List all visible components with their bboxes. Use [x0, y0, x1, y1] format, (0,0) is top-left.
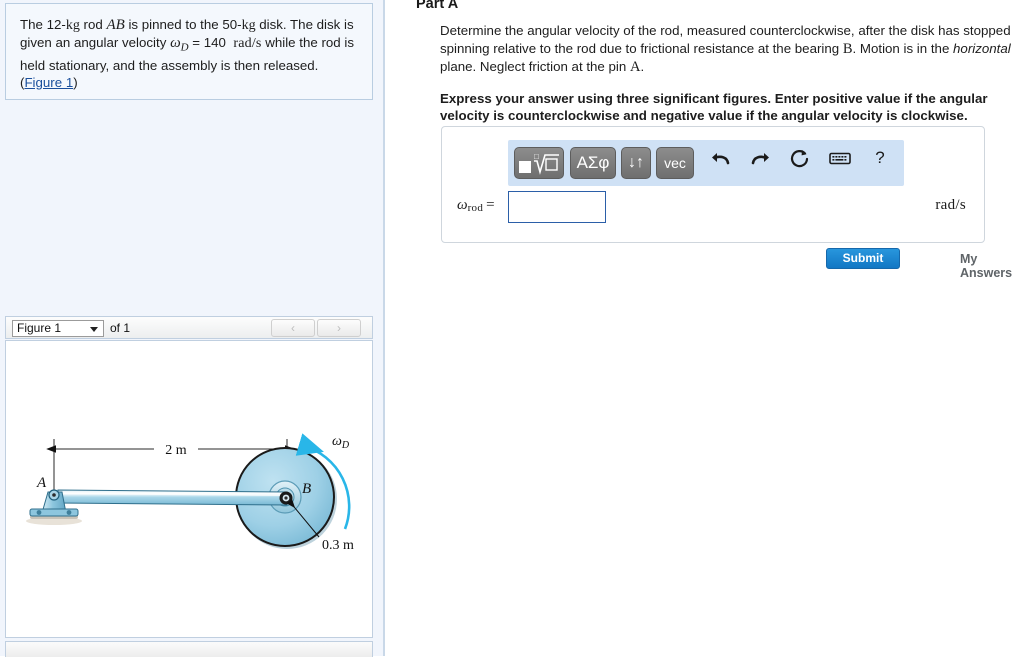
bearing-label-b: B	[842, 40, 853, 57]
greek-letters-key[interactable]: ΑΣφ	[570, 147, 616, 179]
help-button[interactable]: ?	[865, 148, 895, 178]
math-toolbar: □ ΑΣφ ↓↑ vec ?	[508, 140, 904, 186]
figure-select[interactable]: Figure 1	[12, 320, 104, 337]
my-answers-link[interactable]: My Answers	[960, 252, 1024, 280]
answer-variable-label: ωrod =	[457, 197, 495, 214]
redo-button[interactable]	[745, 148, 775, 178]
template-radical-icon: □	[519, 152, 559, 175]
figure-label-b: B	[302, 481, 311, 497]
figure-nav-bar: Figure 1 of 1 ‹ ›	[5, 316, 373, 339]
problem-statement-box: The 12-kg rod AB is pinned to the 50-kg …	[5, 3, 373, 100]
figure-count-label: of 1	[110, 321, 131, 335]
sort-arrows-label: ↓↑	[628, 154, 644, 171]
figure-omega-d-label: ωD	[332, 434, 350, 451]
problem-text-seg-3: is pinned to the 50-	[124, 17, 242, 32]
figure-1-link[interactable]: Figure 1	[24, 75, 73, 90]
keyboard-icon	[829, 152, 851, 165]
greek-letters-label: ΑΣφ	[576, 153, 610, 172]
problem-statement-text: The 12-kg rod AB is pinned to the 50-kg …	[6, 4, 372, 91]
figure-panel[interactable]: 2 m A B 0.3 m ωD	[5, 340, 373, 638]
right-panel: Part A Determine the angular velocity of…	[385, 0, 1024, 656]
question-paragraph: Determine the angular velocity of the ro…	[440, 22, 1015, 77]
dimension-length-label: 2 m	[165, 443, 187, 458]
submit-button-label: Submit	[842, 251, 884, 265]
omega-value: = 140	[188, 35, 230, 50]
chevron-left-icon: ‹	[291, 321, 295, 335]
question-seg-4: .	[640, 59, 645, 74]
left-panel: The 12-kg rod AB is pinned to the 50-kg …	[0, 0, 383, 657]
vector-label: vec	[664, 155, 686, 171]
answer-widget: □ ΑΣφ ↓↑ vec ? ωrod = rad/s	[441, 126, 985, 243]
figure-label-a: A	[36, 475, 47, 491]
omega-subscript-d: D	[180, 41, 189, 54]
unit-kg-1: kg	[65, 18, 80, 33]
undo-icon	[712, 153, 730, 165]
unit-kg-2: kg	[241, 18, 256, 33]
dimension-radius-label: 0.3 m	[322, 538, 354, 553]
page-title: Part A	[416, 0, 459, 12]
question-body: Determine the angular velocity of the ro…	[440, 22, 1015, 125]
question-instruction: Express your answer using three signific…	[440, 90, 988, 124]
chevron-down-icon	[90, 327, 98, 332]
page-root: The 12-kg rod AB is pinned to the 50-kg …	[0, 0, 1024, 657]
question-emph-horizontal: horizontal	[953, 40, 1011, 56]
answer-variable-symbol: ω	[457, 197, 468, 213]
sort-arrows-key[interactable]: ↓↑	[621, 147, 651, 179]
problem-text-seg-6: )	[73, 74, 78, 90]
chevron-right-icon: ›	[337, 321, 341, 335]
omega-symbol: ω	[170, 35, 181, 51]
answer-units-label: rad/s	[935, 197, 966, 213]
pin-label-a: A	[629, 59, 641, 75]
problem-text-seg-1: The 12-	[20, 17, 66, 32]
question-seg-2: . Motion is in the	[852, 40, 954, 56]
redo-icon	[751, 153, 769, 165]
question-seg-3: plane. Neglect friction at the pin	[440, 59, 630, 74]
figure-diagram: 2 m A B 0.3 m ωD	[26, 433, 354, 553]
template-radical-key[interactable]: □	[514, 147, 564, 179]
help-icon: ?	[875, 148, 885, 167]
figure-select-value: Figure 1	[17, 321, 62, 335]
my-answers-label: My Answers	[960, 252, 1013, 280]
submit-button[interactable]: Submit	[826, 248, 900, 269]
undo-button[interactable]	[706, 148, 736, 178]
answer-equals-sign: =	[486, 197, 495, 213]
answer-input[interactable]	[508, 191, 606, 223]
reset-icon	[790, 150, 809, 168]
svg-text:□: □	[534, 152, 539, 161]
figure-footer-bar	[5, 641, 373, 657]
unit-rad-per-s: rad/s	[233, 36, 262, 51]
rod-label-ab: AB	[106, 17, 125, 33]
figure-next-button[interactable]: ›	[317, 319, 361, 337]
figure-prev-button[interactable]: ‹	[271, 319, 315, 337]
answer-variable-subscript: rod	[467, 202, 484, 214]
problem-text-seg-2: rod	[79, 17, 107, 32]
keyboard-button[interactable]	[825, 148, 855, 178]
reset-button[interactable]	[785, 148, 815, 178]
vector-key[interactable]: vec	[656, 147, 694, 179]
